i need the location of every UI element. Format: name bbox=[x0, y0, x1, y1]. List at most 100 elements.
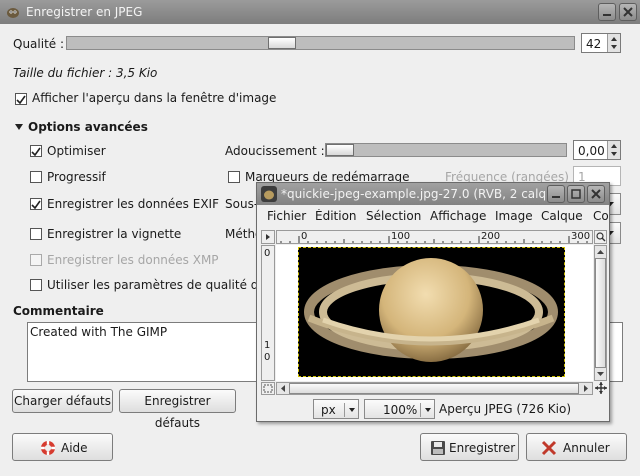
help-label: Aide bbox=[61, 441, 88, 455]
title-bar: Enregistrer en JPEG bbox=[0, 0, 640, 24]
save-defaults-button[interactable]: Enregistrer défauts bbox=[119, 389, 236, 430]
image-window[interactable]: *quickie-jpeg-example.jpg-27.0 (RVB, 2 c… bbox=[256, 182, 610, 422]
quality-slider[interactable] bbox=[66, 36, 575, 50]
zoom-icon bbox=[596, 232, 606, 242]
close-button[interactable] bbox=[619, 3, 637, 21]
ruler-tick-label: 300 bbox=[571, 231, 591, 242]
image-window-titlebar[interactable]: *quickie-jpeg-example.jpg-27.0 (RVB, 2 c… bbox=[257, 183, 609, 205]
navigate-icon[interactable] bbox=[595, 382, 607, 394]
menu-image[interactable]: Image bbox=[495, 209, 533, 223]
vertical-scrollbar[interactable] bbox=[594, 245, 607, 381]
save-thumbnail-label: Enregistrer la vignette bbox=[47, 227, 182, 241]
lifebuoy-icon bbox=[41, 441, 55, 455]
dashed-square-icon bbox=[263, 384, 273, 393]
horizontal-scroll-thumb[interactable] bbox=[289, 383, 579, 394]
save-thumbnail-checkbox[interactable] bbox=[30, 228, 42, 240]
cancel-x-icon bbox=[541, 440, 557, 456]
smoothing-value: 0,00 bbox=[578, 144, 605, 158]
menu-calque[interactable]: Calque bbox=[541, 209, 583, 223]
quick-mask-corner[interactable] bbox=[261, 230, 275, 244]
floppy-disk-icon bbox=[431, 441, 445, 455]
cancel-button[interactable]: Annuler bbox=[526, 433, 627, 461]
scroll-left-icon[interactable] bbox=[277, 383, 289, 394]
cancel-label: Annuler bbox=[563, 441, 610, 455]
ruler-tick-label: 0 bbox=[301, 231, 308, 242]
zoom-value: 100% bbox=[383, 403, 418, 417]
iw-maximize-button[interactable] bbox=[567, 185, 585, 203]
ruler-tick-label: 200 bbox=[481, 231, 501, 242]
scroll-right-icon[interactable] bbox=[580, 383, 592, 394]
load-defaults-button[interactable]: Charger défauts bbox=[12, 389, 113, 413]
advanced-options-header[interactable]: Options avancées bbox=[28, 120, 148, 134]
comment-header: Commentaire bbox=[13, 304, 104, 318]
top-ruler: 0 100 200 300 bbox=[276, 230, 593, 244]
chevron-down-icon bbox=[344, 403, 355, 417]
ruler-tick-label: 0 bbox=[264, 248, 271, 259]
optimize-checkbox[interactable] bbox=[30, 145, 42, 157]
zoom-combo[interactable]: 100% bbox=[364, 399, 435, 419]
smoothing-spinbutton[interactable]: 0,00 bbox=[573, 140, 621, 160]
image-window-title: *quickie-jpeg-example.jpg-27.0 (RVB, 2 c… bbox=[281, 187, 551, 201]
save-button[interactable]: Enregistrer bbox=[420, 433, 519, 461]
check-icon bbox=[16, 95, 26, 105]
save-exif-label: Enregistrer les données EXIF bbox=[47, 197, 219, 211]
check-icon bbox=[31, 147, 41, 157]
preview-checkbox-label: Afficher l'aperçu dans la fenêtre d'imag… bbox=[32, 91, 277, 105]
menu-fichier[interactable]: Fichier bbox=[267, 209, 306, 223]
ruler-tick-label: 1 bbox=[264, 340, 271, 351]
horizontal-scrollbar[interactable] bbox=[276, 382, 593, 395]
expander-down-icon[interactable] bbox=[14, 122, 24, 132]
save-label: Enregistrer bbox=[449, 441, 516, 455]
help-button[interactable]: Aide bbox=[12, 433, 113, 461]
vertical-scroll-thumb[interactable] bbox=[595, 258, 606, 368]
left-ruler: 0 1 0 bbox=[261, 245, 275, 381]
check-icon bbox=[31, 200, 41, 210]
menu-couleurs[interactable]: Co bbox=[593, 209, 609, 223]
chevron-down-icon bbox=[420, 403, 431, 417]
quality-value: 42 bbox=[586, 37, 602, 51]
gimp-icon bbox=[7, 8, 19, 18]
menu-selection[interactable]: Sélection bbox=[366, 209, 421, 223]
preview-checkbox[interactable] bbox=[15, 93, 27, 105]
file-size-text: Taille du fichier : 3,5 Kio bbox=[13, 66, 158, 80]
save-xmp-label: Enregistrer les données XMP bbox=[47, 253, 219, 267]
image-menubar: Fichier Édition Sélection Affichage Imag… bbox=[257, 209, 609, 227]
quality-spinbutton[interactable]: 42 bbox=[581, 33, 621, 53]
spin-arrows-icon[interactable] bbox=[607, 141, 620, 159]
zoom-corner-button[interactable] bbox=[594, 230, 607, 244]
menu-edition[interactable]: Édition bbox=[315, 209, 357, 223]
load-defaults-label: Charger défauts bbox=[14, 394, 111, 408]
use-quality-label: Utiliser les paramètres de qualité de bbox=[47, 278, 266, 292]
iw-minimize-button[interactable] bbox=[547, 185, 565, 203]
window-title: Enregistrer en JPEG bbox=[26, 5, 143, 19]
saturn-image bbox=[298, 247, 565, 377]
save-xmp-checkbox bbox=[30, 254, 42, 266]
smoothing-slider[interactable] bbox=[325, 143, 567, 157]
quality-label: Qualité : bbox=[13, 37, 65, 51]
unit-value: px bbox=[321, 403, 336, 417]
unit-combo[interactable]: px bbox=[313, 399, 359, 419]
smoothing-slider-handle[interactable] bbox=[326, 144, 354, 156]
iw-close-button[interactable] bbox=[587, 185, 605, 203]
spin-arrows-icon[interactable] bbox=[607, 34, 620, 52]
ruler-tick-label: 0 bbox=[264, 352, 271, 363]
quality-slider-handle[interactable] bbox=[268, 37, 296, 49]
minimize-button[interactable] bbox=[598, 3, 616, 21]
image-canvas[interactable] bbox=[276, 245, 593, 381]
restart-markers-checkbox[interactable] bbox=[228, 171, 240, 183]
wilber-icon bbox=[261, 186, 277, 202]
saturn-picture bbox=[304, 258, 558, 362]
save-exif-checkbox[interactable] bbox=[30, 198, 42, 210]
scroll-up-icon[interactable] bbox=[595, 246, 606, 258]
use-quality-checkbox[interactable] bbox=[30, 279, 42, 291]
subsampling-label: Sous- bbox=[225, 197, 259, 211]
scroll-down-icon[interactable] bbox=[595, 368, 606, 380]
mask-toggle-button[interactable] bbox=[261, 382, 275, 395]
progressive-checkbox[interactable] bbox=[30, 171, 42, 183]
progressive-label: Progressif bbox=[47, 170, 106, 184]
smoothing-label: Adoucissement : bbox=[225, 144, 325, 158]
menu-affichage[interactable]: Affichage bbox=[430, 209, 486, 223]
ruler-tick-label: 100 bbox=[391, 231, 411, 242]
optimize-label: Optimiser bbox=[47, 144, 106, 158]
comment-text: Created with The GIMP bbox=[30, 325, 168, 339]
